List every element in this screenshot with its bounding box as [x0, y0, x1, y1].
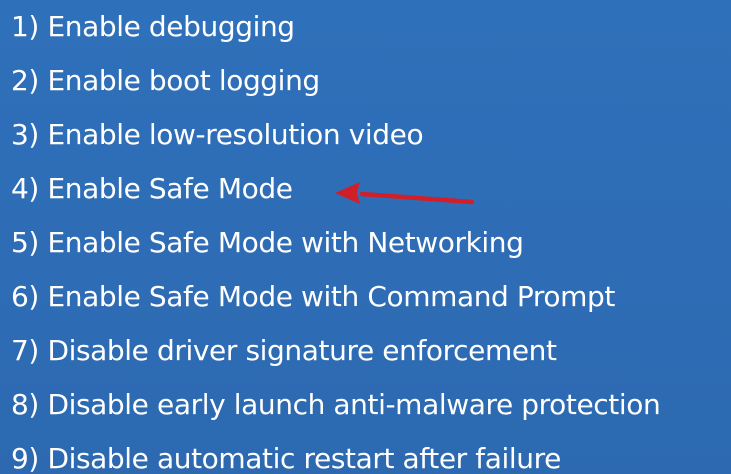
option-enable-safe-mode-networking[interactable]: 5) Enable Safe Mode with Networking	[11, 220, 726, 274]
option-enable-debugging[interactable]: 1) Enable debugging	[11, 4, 726, 58]
startup-options-list: 1) Enable debugging 2) Enable boot loggi…	[11, 4, 726, 474]
option-enable-safe-mode-command-prompt[interactable]: 6) Enable Safe Mode with Command Prompt	[11, 274, 726, 328]
option-enable-safe-mode[interactable]: 4) Enable Safe Mode	[11, 166, 726, 220]
option-enable-boot-logging[interactable]: 2) Enable boot logging	[11, 58, 726, 112]
option-disable-driver-signature-enforcement[interactable]: 7) Disable driver signature enforcement	[11, 328, 726, 382]
startup-settings-screen: 1) Enable debugging 2) Enable boot loggi…	[0, 0, 731, 474]
option-enable-low-resolution-video[interactable]: 3) Enable low-resolution video	[11, 112, 726, 166]
option-disable-early-launch-anti-malware[interactable]: 8) Disable early launch anti-malware pro…	[11, 382, 726, 436]
option-disable-automatic-restart[interactable]: 9) Disable automatic restart after failu…	[11, 436, 726, 474]
